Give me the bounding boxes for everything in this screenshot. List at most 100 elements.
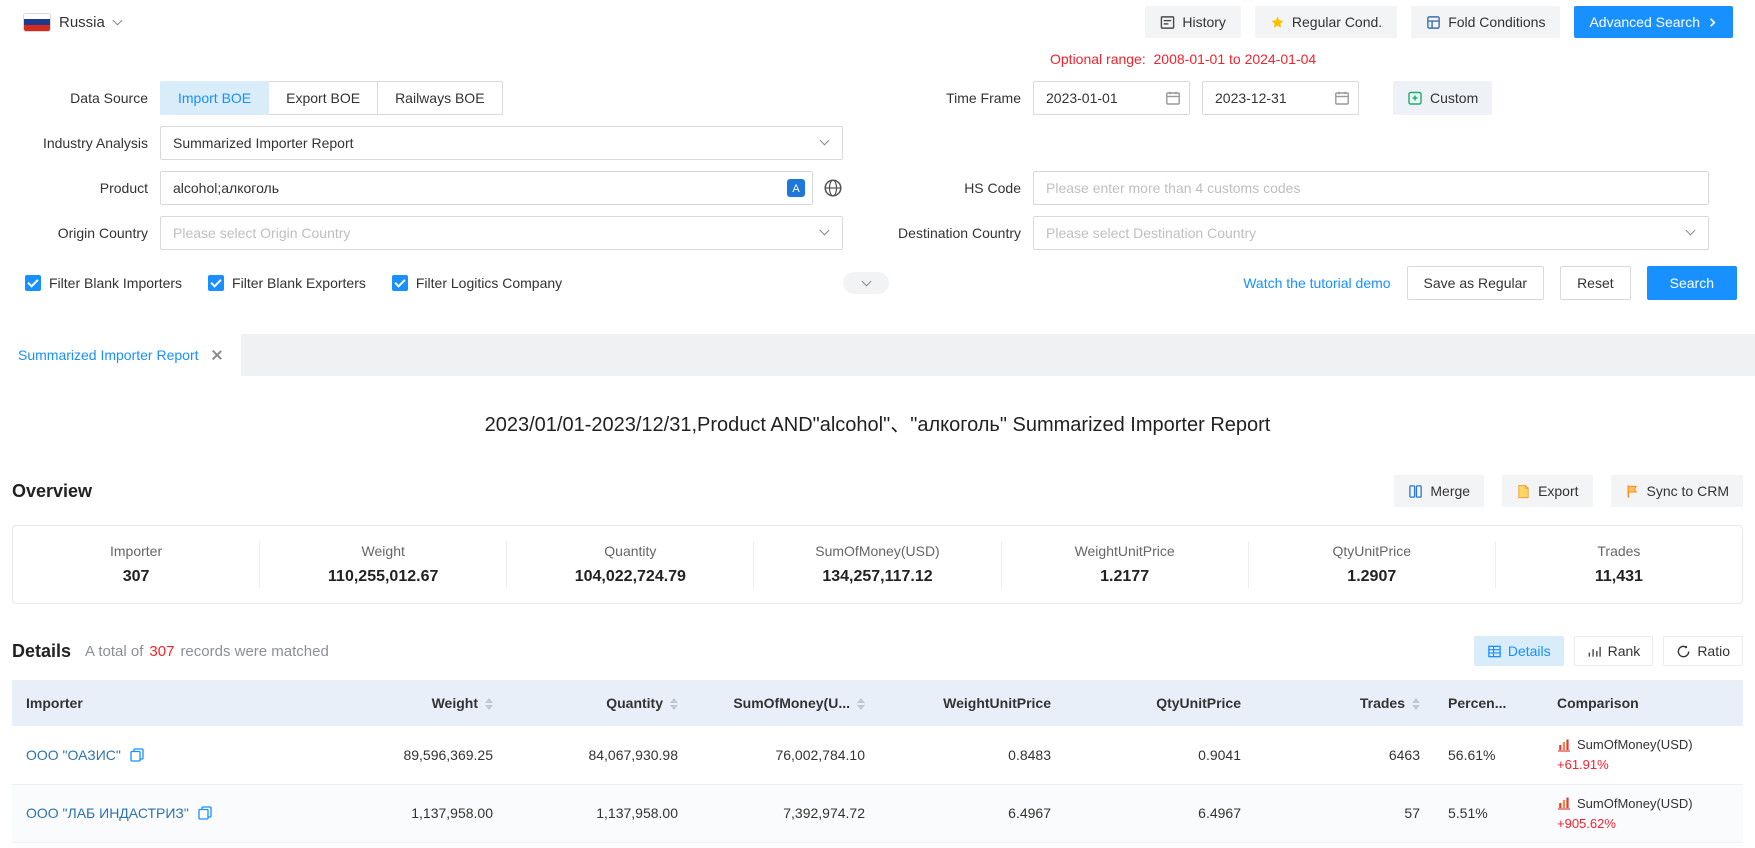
date-to-wrap <box>1202 81 1359 115</box>
custom-range-button[interactable]: Custom <box>1393 81 1492 115</box>
russia-flag-icon <box>24 14 50 31</box>
stat-value: 11,431 <box>1496 568 1742 586</box>
export-button[interactable]: Export <box>1502 475 1592 507</box>
copy-icon[interactable] <box>198 806 212 820</box>
industry-analysis-select[interactable]: Summarized Importer Report <box>160 126 843 160</box>
country-label: Russia <box>59 14 105 31</box>
details-header: Details A total of307records were matche… <box>12 636 1743 666</box>
details-total-text: A total of307records were matched <box>85 643 329 660</box>
comparison-cell: SumOfMoney(USD) +905.62% <box>1543 784 1743 842</box>
filter-blank-importers-checkbox[interactable]: Filter Blank Importers <box>25 275 182 291</box>
weight-cell: 1,137,958.00 <box>317 784 507 842</box>
col-weight[interactable]: Weight <box>317 680 507 726</box>
stat-label: WeightUnitPrice <box>1002 543 1248 559</box>
view-ratio-label: Ratio <box>1697 643 1730 659</box>
search-form: Optional range: 2008-01-01 to 2024-01-04… <box>0 44 1755 300</box>
destination-country-label: Destination Country <box>843 225 1033 241</box>
filter-logistics-company-checkbox[interactable]: Filter Logitics Company <box>392 275 562 291</box>
stat-value: 104,022,724.79 <box>507 568 753 586</box>
form-row-industry: Industry Analysis Summarized Importer Re… <box>0 126 1755 160</box>
table-header-row: Importer Weight Quantity SumOfMoney(U...… <box>12 680 1743 726</box>
col-trades[interactable]: Trades <box>1255 680 1434 726</box>
col-importer: Importer <box>12 680 317 726</box>
details-grid-icon <box>1487 644 1502 659</box>
regular-cond-button[interactable]: Regular Cond. <box>1255 6 1397 38</box>
checkbox-checked-icon <box>25 275 41 291</box>
view-ratio-button[interactable]: Ratio <box>1663 636 1743 666</box>
table-row: ООО "ОАЗИС" 89,596,369.25 84,067,930.98 … <box>12 726 1743 784</box>
stat-weight: Weight 110,255,012.67 <box>260 541 507 588</box>
importer-link[interactable]: ООО "ОАЗИС" <box>26 747 144 763</box>
fold-conditions-icon <box>1426 15 1441 30</box>
tutorial-demo-link[interactable]: Watch the tutorial demo <box>1243 275 1390 291</box>
save-as-regular-button[interactable]: Save as Regular <box>1407 266 1545 300</box>
comparison-metric: SumOfMoney(USD) <box>1577 737 1693 752</box>
tab-import-boe[interactable]: Import BOE <box>160 81 269 115</box>
merge-label: Merge <box>1430 483 1470 499</box>
chevron-down-icon <box>861 276 871 286</box>
origin-country-select[interactable]: Please select Origin Country <box>160 216 843 250</box>
comparison-change: +905.62% <box>1557 816 1729 831</box>
qty-unit-price-cell: 0.9041 <box>1065 726 1255 784</box>
stat-label: Quantity <box>507 543 753 559</box>
tab-summarized-importer-report[interactable]: Summarized Importer Report <box>0 334 241 376</box>
destination-country-select[interactable]: Please select Destination Country <box>1033 216 1709 250</box>
translate-icon[interactable]: A <box>787 179 805 197</box>
topbar: Russia History Regular Cond. Fold Condit… <box>0 0 1755 44</box>
stat-importer: Importer 307 <box>13 541 260 588</box>
sync-to-crm-button[interactable]: Sync to CRM <box>1611 475 1743 507</box>
country-selector[interactable]: Russia <box>24 14 121 31</box>
stat-qty-unit-price: QtyUnitPrice 1.2907 <box>1249 541 1496 588</box>
overview-stats: Importer 307 Weight 110,255,012.67 Quant… <box>12 525 1743 604</box>
overview-heading: Overview <box>12 481 92 502</box>
close-icon[interactable] <box>211 349 223 361</box>
filter-logistics-company-label: Filter Logitics Company <box>416 275 562 291</box>
stat-label: Importer <box>13 543 259 559</box>
advanced-search-button[interactable]: Advanced Search <box>1574 6 1733 38</box>
product-input[interactable] <box>160 171 813 205</box>
details-heading: Details <box>12 641 71 662</box>
col-percent: Percen... <box>1434 680 1543 726</box>
fold-conditions-button[interactable]: Fold Conditions <box>1411 6 1560 38</box>
importer-cell: ООО "ЛАБ ИНДАСТРИЗ" <box>12 784 317 842</box>
view-rank-button[interactable]: Rank <box>1574 636 1654 666</box>
comparison-cell: SumOfMoney(USD) +61.91% <box>1543 726 1743 784</box>
reset-button[interactable]: Reset <box>1560 266 1631 300</box>
importer-name: ООО "ЛАБ ИНДАСТРИЗ" <box>26 805 189 821</box>
calendar-icon <box>1165 90 1181 106</box>
trend-chart-icon[interactable] <box>1557 738 1571 752</box>
importer-cell: ООО "ОАЗИС" <box>12 726 317 784</box>
view-details-button[interactable]: Details <box>1474 636 1564 666</box>
tab-export-boe[interactable]: Export BOE <box>268 81 378 115</box>
stat-quantity: Quantity 104,022,724.79 <box>507 541 754 588</box>
form-actions-row: Filter Blank Importers Filter Blank Expo… <box>0 266 1755 300</box>
origin-country-label: Origin Country <box>0 225 160 241</box>
hs-code-input[interactable] <box>1033 171 1709 205</box>
data-source-tabs: Import BOE Export BOE Railways BOE <box>160 81 503 115</box>
importer-link[interactable]: ООО "ЛАБ ИНДАСТРИЗ" <box>26 805 212 821</box>
filter-blank-exporters-label: Filter Blank Exporters <box>232 275 366 291</box>
col-weight-unit-price: WeightUnitPrice <box>879 680 1065 726</box>
stat-sum-of-money: SumOfMoney(USD) 134,257,117.12 <box>754 541 1001 588</box>
history-label: History <box>1182 14 1226 30</box>
col-sum-of-money[interactable]: SumOfMoney(U... <box>692 680 879 726</box>
comparison-metric: SumOfMoney(USD) <box>1577 796 1693 811</box>
col-qty-unit-price: QtyUnitPrice <box>1065 680 1255 726</box>
origin-country-placeholder: Please select Origin Country <box>173 225 350 241</box>
language-globe-button[interactable] <box>823 178 843 198</box>
copy-icon[interactable] <box>130 748 144 762</box>
tab-railways-boe[interactable]: Railways BOE <box>377 81 502 115</box>
history-icon <box>1160 15 1175 30</box>
collapse-form-button[interactable] <box>843 272 889 294</box>
merge-button[interactable]: Merge <box>1394 475 1484 507</box>
history-button[interactable]: History <box>1145 6 1241 38</box>
product-label: Product <box>0 180 160 196</box>
trend-chart-icon[interactable] <box>1557 796 1571 810</box>
report-title: 2023/01/01-2023/12/31,Product AND"alcoho… <box>12 408 1743 437</box>
time-frame-label: Time Frame <box>843 90 1033 106</box>
rank-icon <box>1587 644 1602 659</box>
col-quantity[interactable]: Quantity <box>507 680 692 726</box>
view-switcher: Details Rank Ratio <box>1474 636 1743 666</box>
filter-blank-exporters-checkbox[interactable]: Filter Blank Exporters <box>208 275 366 291</box>
search-button[interactable]: Search <box>1647 266 1737 300</box>
